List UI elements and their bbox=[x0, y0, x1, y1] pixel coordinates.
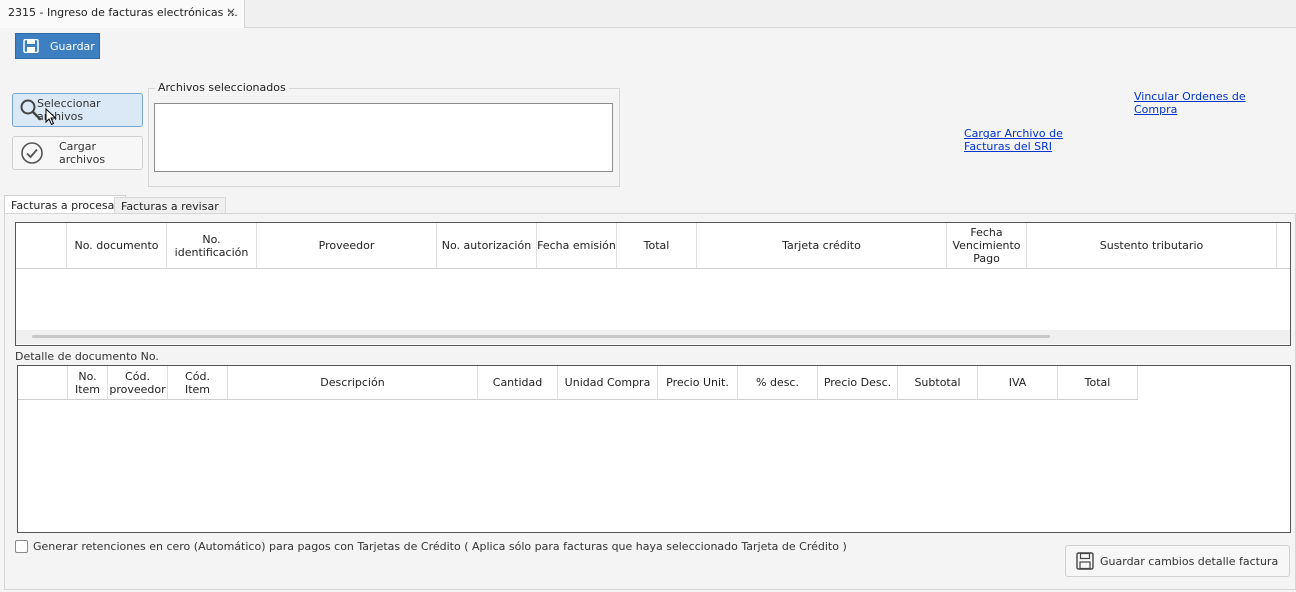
detail-col-cod-proveedor[interactable]: Cód. proveedor bbox=[108, 366, 168, 400]
detail-table[interactable]: No. Item Cód. proveedor Cód. Item Descri… bbox=[17, 365, 1291, 533]
floppy-disk-icon bbox=[23, 38, 39, 54]
invoices-col-no-autorizacion[interactable]: No. autorización bbox=[437, 223, 537, 269]
tab-facturas-a-revisar[interactable]: Facturas a revisar bbox=[114, 197, 226, 214]
detail-col-precio-desc[interactable]: Precio Desc. bbox=[818, 366, 898, 400]
invoice-tabs: Facturas a procesar Facturas a revisar bbox=[4, 195, 226, 214]
document-tab-title: 2315 - Ingreso de facturas electrónicas … bbox=[8, 6, 238, 19]
invoices-col-no-documento[interactable]: No. documento bbox=[67, 223, 167, 269]
invoices-col-selector[interactable] bbox=[16, 223, 67, 269]
invoices-col-fecha-vencimiento[interactable]: Fecha Vencimiento Pago bbox=[947, 223, 1027, 269]
link-cargar-archivo-sri[interactable]: Cargar Archivo de Facturas del SRI bbox=[964, 127, 1063, 153]
detail-col-descripcion[interactable]: Descripción bbox=[228, 366, 478, 400]
invoices-col-no-identificacion[interactable]: No. identificación bbox=[167, 223, 257, 269]
selected-files-group-title: Archivos seleccionados bbox=[155, 81, 289, 94]
invoices-col-fecha-emision[interactable]: Fecha emisión bbox=[537, 223, 617, 269]
zero-retention-checkbox[interactable] bbox=[15, 540, 28, 553]
link-cargar-archivo-sri-line1[interactable]: Cargar Archivo de bbox=[964, 127, 1063, 140]
floppy-disk-icon bbox=[1076, 552, 1094, 570]
link-vincular-ordenes[interactable]: Vincular Ordenes de Compra bbox=[1134, 90, 1246, 116]
invoices-table[interactable]: No. documento No. identificación Proveed… bbox=[15, 222, 1291, 346]
invoices-col-sustento-tributario[interactable]: Sustento tributario bbox=[1027, 223, 1277, 269]
check-circle-icon bbox=[20, 141, 44, 165]
document-tab[interactable]: 2315 - Ingreso de facturas electrónicas … bbox=[0, 0, 245, 28]
load-files-button[interactable]: Cargar archivos bbox=[12, 136, 143, 170]
save-detail-label: Guardar cambios detalle factura bbox=[1100, 554, 1279, 568]
close-icon[interactable]: × bbox=[226, 5, 236, 19]
detail-col-iva[interactable]: IVA bbox=[978, 366, 1058, 400]
invoices-col-proveedor[interactable]: Proveedor bbox=[257, 223, 437, 269]
detail-col-precio-unit[interactable]: Precio Unit. bbox=[658, 366, 738, 400]
invoices-scroll-thumb[interactable] bbox=[32, 335, 1050, 338]
link-vincular-ordenes-line1[interactable]: Vincular Ordenes de bbox=[1134, 90, 1246, 103]
detail-col-no-item[interactable]: No. Item bbox=[68, 366, 108, 400]
detail-col-subtotal[interactable]: Subtotal bbox=[898, 366, 978, 400]
load-files-label: Cargar archivos bbox=[59, 140, 106, 166]
mouse-cursor-icon bbox=[45, 107, 57, 129]
invoices-col-tarjeta-credito[interactable]: Tarjeta crédito bbox=[697, 223, 947, 269]
invoices-col-filler bbox=[1277, 223, 1290, 269]
selected-files-list[interactable] bbox=[154, 103, 613, 172]
link-cargar-archivo-sri-line2[interactable]: Facturas del SRI bbox=[964, 140, 1063, 153]
detail-caption: Detalle de documento No. bbox=[15, 350, 159, 363]
detail-col-cantidad[interactable]: Cantidad bbox=[478, 366, 558, 400]
link-vincular-ordenes-line2[interactable]: Compra bbox=[1134, 103, 1246, 116]
detail-col-unidad-compra[interactable]: Unidad Compra bbox=[558, 366, 658, 400]
save-button[interactable]: Guardar bbox=[15, 33, 100, 59]
save-detail-button[interactable]: Guardar cambios detalle factura bbox=[1065, 545, 1290, 577]
detail-col-porc-desc[interactable]: % desc. bbox=[738, 366, 818, 400]
save-button-label: Guardar bbox=[50, 39, 95, 53]
detail-col-cod-item[interactable]: Cód. Item bbox=[168, 366, 228, 400]
magnifier-icon bbox=[19, 98, 43, 122]
select-files-button[interactable]: Seleccionar archivos bbox=[12, 93, 143, 127]
detail-col-total[interactable]: Total bbox=[1058, 366, 1138, 400]
tab-facturas-a-procesar[interactable]: Facturas a procesar bbox=[4, 195, 126, 214]
invoices-col-total[interactable]: Total bbox=[617, 223, 697, 269]
detail-col-selector[interactable] bbox=[18, 366, 68, 400]
zero-retention-label: Generar retenciones en cero (Automático)… bbox=[33, 540, 847, 553]
